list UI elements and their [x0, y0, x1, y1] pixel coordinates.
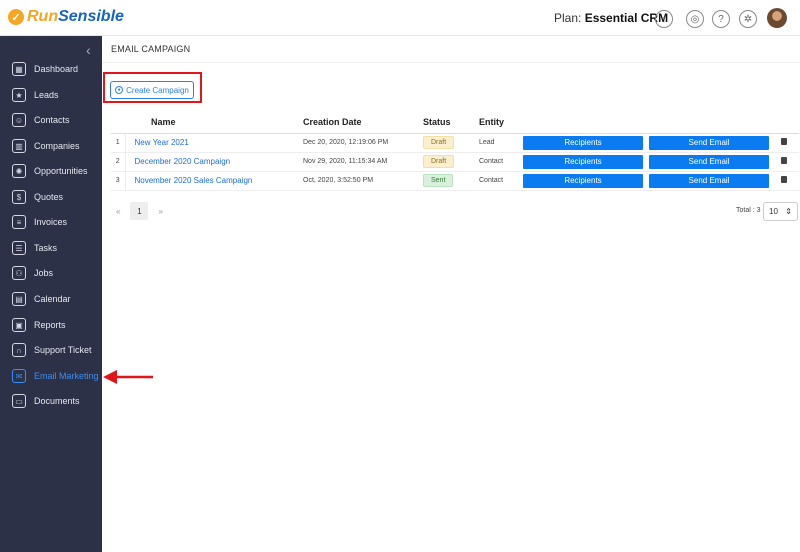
- sidebar-item-documents[interactable]: ▭ Documents: [0, 390, 102, 412]
- logo[interactable]: ✓ RunSensible: [8, 8, 124, 26]
- trash-icon[interactable]: [781, 138, 787, 145]
- column-name[interactable]: Name: [125, 112, 303, 134]
- invoices-icon: ≡: [12, 215, 26, 229]
- table-row: 3 November 2020 Sales Campaign Oct, 2020…: [111, 171, 799, 191]
- status-badge: Draft: [423, 136, 455, 149]
- breadcrumb: EMAIL CAMPAIGN: [111, 44, 191, 54]
- calendar-icon: ▤: [12, 292, 26, 306]
- trash-icon[interactable]: [781, 176, 787, 183]
- sidebar-item-jobs[interactable]: ⚇ Jobs: [0, 262, 102, 284]
- send-email-button[interactable]: Send Email: [649, 135, 769, 150]
- sidebar-item-invoices[interactable]: ≡ Invoices: [0, 211, 102, 233]
- sidebar-item-tasks[interactable]: ☰ Tasks: [0, 237, 102, 259]
- sidebar-item-email-marketing[interactable]: ✉ Email Marketing: [0, 365, 102, 387]
- table-row: 2 December 2020 Campaign Nov 29, 2020, 1…: [111, 152, 799, 172]
- collapse-sidebar-icon[interactable]: ‹: [86, 42, 91, 58]
- creation-date: Nov 29, 2020, 11:15:34 AM: [303, 152, 423, 172]
- campaign-table: Name Creation Date Status Entity 1 New Y…: [111, 112, 799, 191]
- sidebar-item-leads[interactable]: ★ Leads: [0, 84, 102, 106]
- status-badge: Draft: [423, 155, 455, 168]
- reports-icon: ▣: [12, 318, 26, 332]
- help-icon[interactable]: ?: [712, 10, 730, 28]
- campaign-name-link[interactable]: New Year 2021: [126, 138, 189, 147]
- upload-icon[interactable]: ↑: [655, 10, 673, 28]
- creation-date: Oct, 2020, 3:52:50 PM: [303, 171, 423, 191]
- column-creation-date[interactable]: Creation Date: [303, 112, 423, 134]
- sidebar-item-contacts[interactable]: ☺ Contacts: [0, 109, 102, 131]
- create-campaign-button[interactable]: ● Create Campaign: [110, 81, 194, 99]
- top-bar: ✓ RunSensible Plan: Essential CRM ↑ ◎ ? …: [0, 0, 800, 36]
- page-size-select[interactable]: 10 ⇕: [763, 202, 798, 221]
- plan-info: Plan: Essential CRM: [554, 11, 669, 25]
- page-1-button[interactable]: 1: [130, 202, 149, 220]
- row-number: 2: [111, 152, 126, 172]
- trash-icon[interactable]: [781, 157, 787, 164]
- sidebar-item-quotes[interactable]: $ Quotes: [0, 186, 102, 208]
- sidebar: ‹ ▦ Dashboard ★ Leads ☺ Contacts ▥ Companies…: [0, 36, 102, 552]
- entity-value: Lead: [479, 133, 523, 153]
- opportunities-icon: ✺: [12, 164, 26, 178]
- select-arrows-icon: ⇕: [785, 207, 792, 216]
- next-page-button[interactable]: »: [158, 207, 162, 216]
- recipients-button[interactable]: Recipients: [523, 154, 643, 169]
- prev-page-button[interactable]: «: [116, 207, 120, 216]
- companies-icon: ▥: [12, 139, 26, 153]
- entity-value: Contact: [479, 152, 523, 172]
- settings-icon[interactable]: ✲: [739, 10, 757, 28]
- dashboard-icon: ▦: [12, 62, 26, 76]
- recipients-button[interactable]: Recipients: [523, 135, 643, 150]
- support-icon: ∩: [12, 343, 26, 357]
- table-header-row: Name Creation Date Status Entity: [111, 112, 799, 134]
- bell-icon[interactable]: ◎: [686, 10, 704, 28]
- table-row: 1 New Year 2021 Dec 20, 2020, 12:19:06 P…: [111, 133, 799, 153]
- email-icon: ✉: [12, 369, 26, 383]
- column-entity[interactable]: Entity: [479, 112, 523, 134]
- quotes-icon: $: [12, 190, 26, 204]
- entity-value: Contact: [479, 171, 523, 191]
- leads-icon: ★: [12, 88, 26, 102]
- status-badge: Sent: [423, 174, 454, 187]
- send-email-button[interactable]: Send Email: [649, 154, 769, 169]
- pagination: « 1 »: [116, 202, 163, 220]
- row-number: 1: [111, 133, 126, 153]
- send-email-button[interactable]: Send Email: [649, 173, 769, 188]
- sidebar-item-companies[interactable]: ▥ Companies: [0, 135, 102, 157]
- annotation-arrow-icon: [103, 370, 153, 384]
- sidebar-item-dashboard[interactable]: ▦ Dashboard: [0, 58, 102, 80]
- total-count: Total : 3: [736, 207, 761, 214]
- tasks-icon: ☰: [12, 241, 26, 255]
- sidebar-item-opportunities[interactable]: ✺ Opportunities: [0, 160, 102, 182]
- creation-date: Dec 20, 2020, 12:19:06 PM: [303, 133, 423, 153]
- campaign-name-link[interactable]: December 2020 Campaign: [126, 157, 231, 166]
- column-status[interactable]: Status: [423, 112, 479, 134]
- breadcrumb-divider: [102, 62, 800, 63]
- campaign-name-link[interactable]: November 2020 Sales Campaign: [126, 176, 253, 185]
- avatar[interactable]: [767, 8, 787, 28]
- sidebar-item-support-ticket[interactable]: ∩ Support Ticket: [0, 339, 102, 361]
- jobs-icon: ⚇: [12, 266, 26, 280]
- contacts-icon: ☺: [12, 113, 26, 127]
- row-number: 3: [111, 171, 126, 191]
- recipients-button[interactable]: Recipients: [523, 173, 643, 188]
- user-circle-icon: ●: [115, 86, 124, 94]
- sidebar-item-reports[interactable]: ▣ Reports: [0, 314, 102, 336]
- logo-icon: ✓: [8, 9, 24, 25]
- folder-icon: ▭: [12, 394, 26, 408]
- sidebar-item-calendar[interactable]: ▤ Calendar: [0, 288, 102, 310]
- logo-text: RunSensible: [27, 8, 124, 25]
